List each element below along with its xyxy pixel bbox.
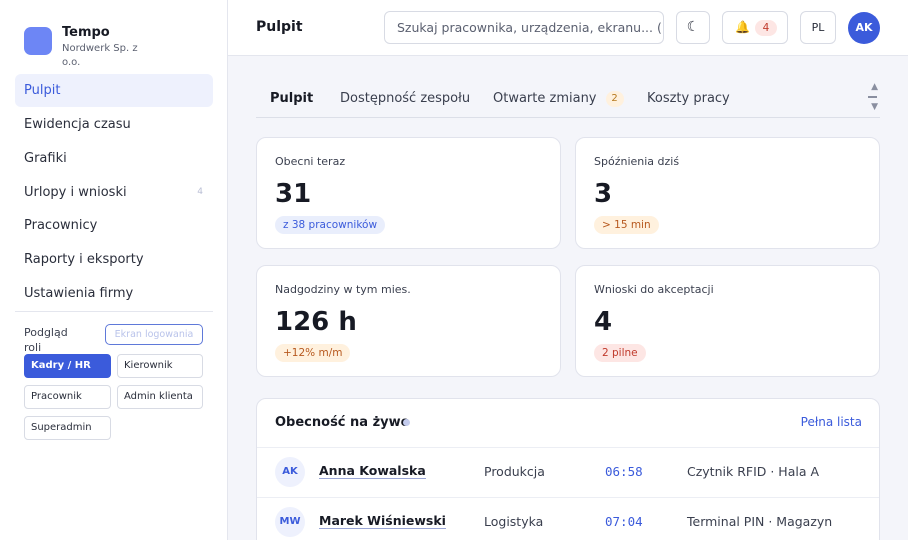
live-presence-panel: Obecność na żywo Pełna lista AK Anna Kow…	[256, 398, 880, 540]
role-employee-button[interactable]: Pracownik	[24, 385, 111, 409]
dashboard-tabs: Pulpit Dostępność zespołu Otwarte zmiany…	[256, 76, 880, 118]
kiosk-screen-button[interactable]: Ekran logowania	[105, 324, 203, 345]
sidebar-item-label: Ustawienia firmy	[24, 286, 134, 301]
stat-label: Obecni teraz	[275, 155, 346, 168]
table-row[interactable]: AK Anna Kowalska Produkcja 06:58 Czytnik…	[257, 448, 879, 498]
notifications-button[interactable]: 🔔 4	[722, 11, 788, 44]
role-client-admin-button[interactable]: Admin klienta	[117, 385, 203, 409]
tab-dostepnosc-zespolu[interactable]: Dostępność zespołu	[340, 91, 470, 106]
tab-label: Dostępność zespołu	[340, 91, 471, 106]
stat-badge: > 15 min	[594, 216, 659, 234]
brand-logo	[24, 27, 52, 55]
tab-otwarte-zmiany[interactable]: Otwarte zmiany 2	[493, 91, 624, 107]
tab-label: Otwarte zmiany	[493, 91, 597, 106]
stat-card-requests[interactable]: Wnioski do akceptacji 4 2 pilne	[575, 265, 880, 377]
sidebar-item-label: Raporty i eksporty	[24, 252, 144, 267]
theme-toggle-button[interactable]: ☾	[676, 11, 710, 44]
role-hr-button[interactable]: Kadry / HR	[24, 354, 111, 378]
stat-badge: 2 pilne	[594, 344, 646, 362]
sidebar-item-label: Pracownicy	[24, 218, 98, 233]
stat-label: Wnioski do akceptacji	[594, 283, 714, 296]
top-bar: Pulpit ☾ 🔔 4 PL AK	[228, 0, 908, 56]
stat-value: 4	[594, 307, 613, 337]
sidebar-item-label: Ewidencja czasu	[24, 117, 131, 132]
avatar: MW	[275, 507, 305, 537]
sidebar-item-label: Pulpit	[24, 83, 61, 98]
sidebar-item-raporty[interactable]: Raporty i eksporty	[15, 243, 213, 276]
sidebar-item-urlopy[interactable]: Urlopy i wnioski 4	[15, 176, 213, 209]
stat-value: 126 h	[275, 307, 357, 337]
clock-in-source: Terminal PIN · Magazyn	[687, 514, 833, 529]
stat-badge: +12% m/m	[275, 344, 351, 362]
clock-in-time: 06:58	[605, 464, 643, 479]
notifications-count: 4	[755, 20, 777, 36]
stat-card-overtime[interactable]: Nadgodziny w tym mies. 126 h +12% m/m	[256, 265, 561, 377]
brand[interactable]: Tempo Nordwerk Sp. z o.o.	[24, 24, 224, 72]
sidebar-item-label: Grafiki	[24, 151, 67, 166]
sidebar: Tempo Nordwerk Sp. z o.o. Pulpit Ewidenc…	[0, 0, 228, 540]
clock-in-time: 07:04	[605, 514, 643, 529]
employee-name-link[interactable]: Anna Kowalska	[319, 464, 426, 479]
moon-icon: ☾	[686, 19, 700, 35]
full-list-link[interactable]: Pełna lista	[801, 415, 862, 429]
scroll-down-icon[interactable]: ▼	[871, 102, 878, 112]
tab-label: Pulpit	[270, 91, 314, 106]
page-title: Pulpit	[256, 19, 303, 35]
tab-pulpit[interactable]: Pulpit	[270, 91, 313, 106]
role-superadmin-button[interactable]: Superadmin	[24, 416, 111, 440]
stat-value: 3	[594, 179, 613, 209]
sidebar-item-grafiki[interactable]: Grafiki	[15, 142, 213, 175]
stat-card-present[interactable]: Obecni teraz 31 z 38 pracowników	[256, 137, 561, 249]
stat-badge: z 38 pracowników	[275, 216, 386, 234]
department: Produkcja	[484, 464, 545, 479]
sidebar-item-label: Urlopy i wnioski	[24, 185, 127, 200]
clock-in-source: Czytnik RFID · Hala A	[687, 464, 820, 479]
tab-label: Koszty pracy	[647, 91, 730, 106]
employee-name-link[interactable]: Marek Wiśniewski	[319, 514, 446, 529]
stat-card-late[interactable]: Spóźnienia dziś 3 > 15 min	[575, 137, 880, 249]
stat-label: Spóźnienia dziś	[594, 155, 680, 168]
language-button[interactable]: PL	[800, 11, 836, 44]
stat-label: Nadgodziny w tym mies.	[275, 283, 411, 296]
company-name: Nordwerk Sp. z o.o.	[62, 43, 138, 68]
department: Logistyka	[484, 514, 544, 529]
scroll-handle-icon	[868, 96, 877, 98]
avatar: AK	[275, 457, 305, 487]
live-indicator-icon	[403, 419, 410, 426]
sidebar-item-pulpit[interactable]: Pulpit	[15, 74, 213, 107]
stat-value: 31	[275, 179, 312, 209]
user-avatar[interactable]: AK	[848, 12, 880, 44]
sidebar-divider	[15, 311, 213, 312]
sidebar-count-badge: 4	[197, 187, 203, 197]
tab-count-badge: 2	[605, 91, 624, 107]
table-row[interactable]: MW Marek Wiśniewski Logistyka 07:04 Term…	[257, 498, 879, 540]
sidebar-item-ewidencja-czasu[interactable]: Ewidencja czasu	[15, 108, 213, 141]
scroll-up-icon[interactable]: ▲	[871, 82, 878, 92]
bell-icon: 🔔	[735, 20, 750, 34]
role-preview-title: Podgląd roli	[24, 326, 68, 354]
tab-koszty-pracy[interactable]: Koszty pracy	[647, 91, 730, 106]
brand-name: Tempo	[62, 25, 110, 40]
search-input[interactable]	[384, 11, 664, 44]
panel-title: Obecność na żywo	[275, 415, 410, 430]
sidebar-item-ustawienia[interactable]: Ustawienia firmy	[15, 277, 213, 310]
role-manager-button[interactable]: Kierownik	[117, 354, 203, 378]
sidebar-item-pracownicy[interactable]: Pracownicy	[15, 209, 213, 242]
